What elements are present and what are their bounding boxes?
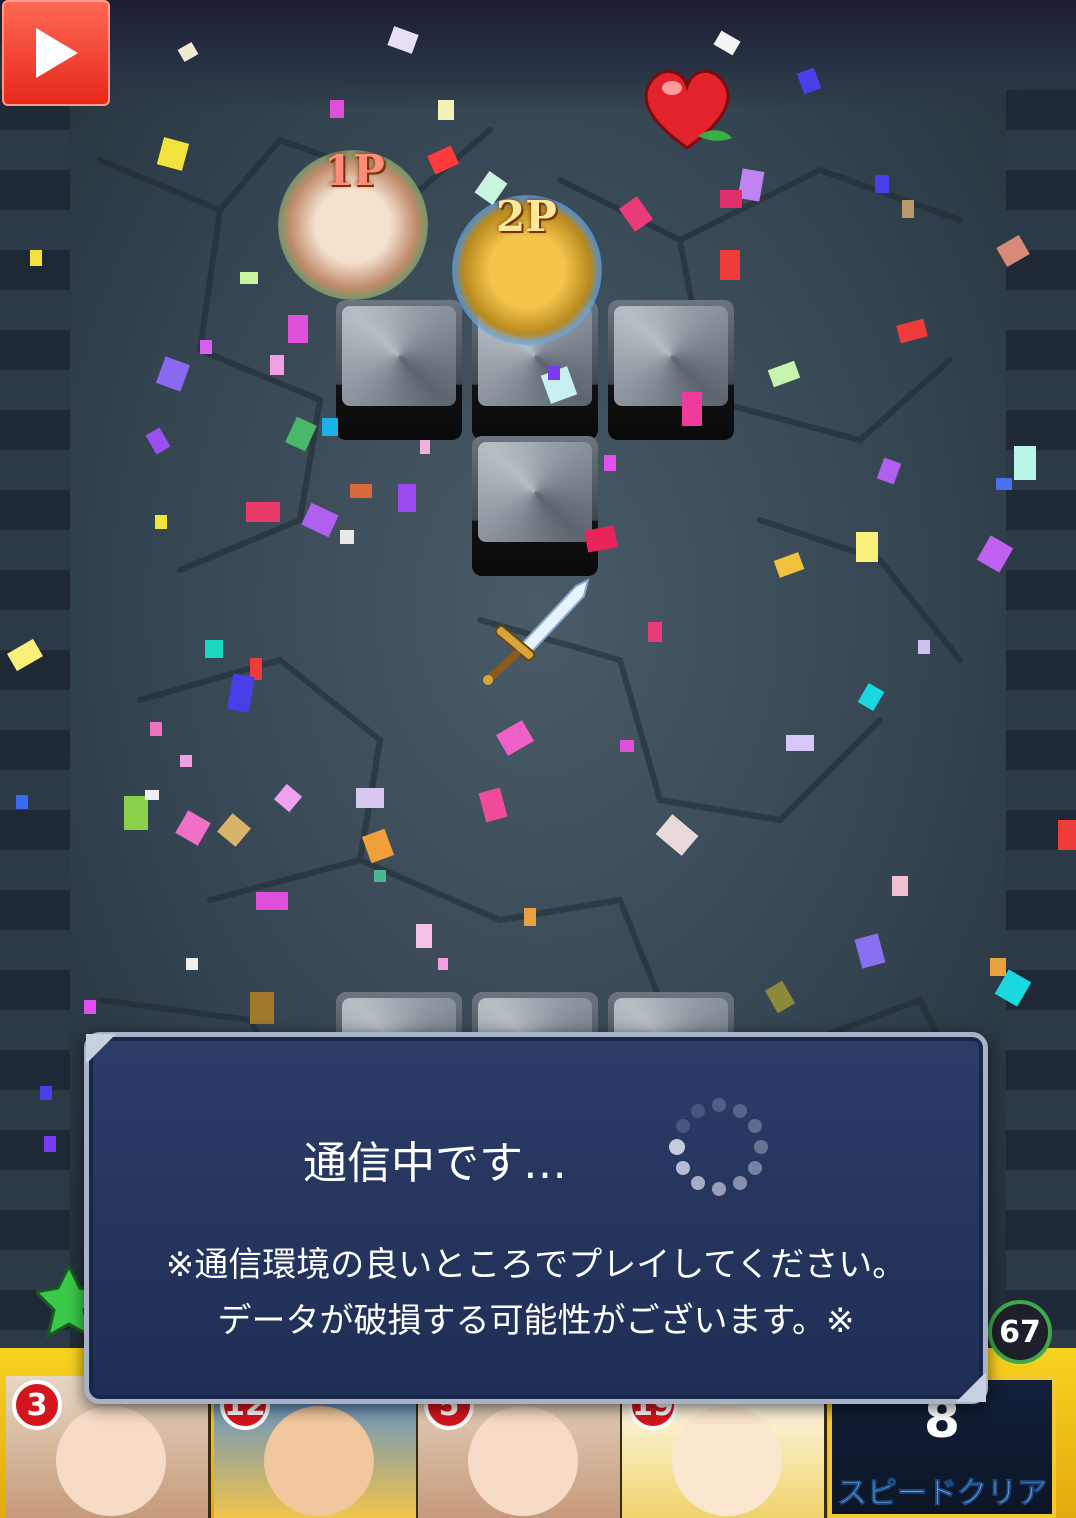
- loading-spinner-icon: [669, 1098, 768, 1196]
- player-2-label: 2P: [496, 192, 557, 241]
- dialog-title: 通信中です…: [303, 1138, 567, 1189]
- monster-portrait: [672, 1406, 782, 1516]
- stone-block: [472, 436, 598, 576]
- monster-portrait: [264, 1406, 374, 1516]
- connecting-dialog: 通信中です… ※通信環境の良いところでプレイしてください。 データが破損する可能…: [84, 1032, 988, 1404]
- field-top-edge: [0, 0, 1076, 110]
- play-icon: [36, 28, 78, 78]
- turn-counter-badge: 3: [12, 1380, 62, 1430]
- monster-portrait: [56, 1406, 166, 1516]
- monster-portrait: [468, 1406, 578, 1516]
- right-wall: [1006, 90, 1076, 1350]
- play-button[interactable]: [2, 0, 110, 106]
- heart-icon: [644, 70, 732, 150]
- sword-item-icon: [483, 578, 590, 685]
- player-1-label: 1P: [324, 146, 385, 195]
- hp-counter: 67: [988, 1300, 1052, 1364]
- dialog-note-line-1: ※通信環境の良いところでプレイしてください。: [165, 1245, 907, 1285]
- stone-block: [608, 300, 734, 440]
- dialog-note-line-2: データが破損する可能性がございます。※: [217, 1301, 855, 1341]
- stone-block: [336, 300, 462, 440]
- speed-clear-label: スピードクリア: [837, 1476, 1048, 1512]
